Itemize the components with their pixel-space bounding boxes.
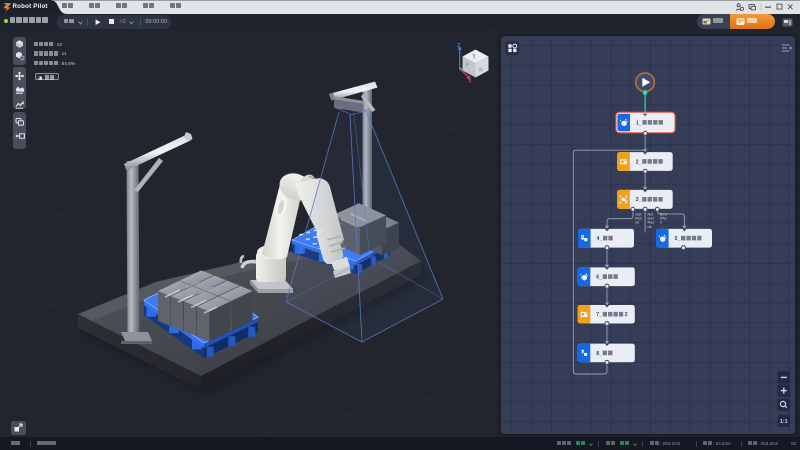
svg-text:8_: 8_	[596, 351, 602, 357]
svg-text:F: F	[466, 63, 469, 69]
svg-text:1_: 1_	[636, 120, 642, 126]
svg-text:4_: 4_	[596, 236, 602, 242]
svg-text:5_: 5_	[674, 236, 680, 242]
svg-text:7_: 7_	[596, 312, 602, 318]
svg-text:2_: 2_	[635, 159, 641, 165]
svg-text:2: 2	[624, 312, 627, 318]
svg-text:n: n	[659, 221, 661, 225]
svg-text:1:1: 1:1	[779, 419, 787, 425]
svg-text:ult: ult	[647, 225, 652, 229]
svg-text:T: T	[473, 55, 476, 61]
svg-text:ult: ult	[635, 221, 640, 225]
svg-text:6_: 6_	[596, 275, 602, 281]
svg-text:3_: 3_	[635, 197, 641, 203]
svg-text:X: X	[468, 79, 472, 85]
svg-text:R: R	[479, 68, 483, 74]
